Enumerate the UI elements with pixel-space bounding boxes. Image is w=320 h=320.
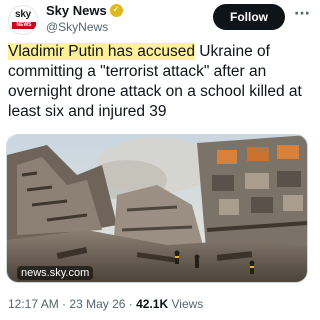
verified-badge-icon: ✓	[109, 4, 123, 17]
account-name[interactable]: Sky News	[46, 3, 107, 18]
media-domain-label[interactable]: news.sky.com	[17, 266, 94, 280]
avatar[interactable]: sky NEWS	[8, 5, 38, 35]
avatar-logo-sky: sky	[14, 9, 32, 20]
tweet-media[interactable]: news.sky.com	[6, 134, 308, 283]
account-handle[interactable]: @SkyNews	[46, 20, 108, 34]
tweet-text: Vladimir Putin has accused Ukraine of co…	[8, 42, 308, 122]
name-row: Sky News ✓	[46, 3, 123, 18]
avatar-logo-news: NEWS	[12, 22, 36, 29]
views-label: Views	[171, 297, 204, 311]
follow-button[interactable]: Follow	[213, 4, 285, 30]
tweet-header: sky NEWS Sky News ✓ @SkyNews Follow ···	[0, 0, 314, 40]
views-count[interactable]: 42.1K	[136, 297, 168, 311]
meta-separator: ·	[128, 297, 133, 311]
tweet-date[interactable]: 23 May 26	[69, 297, 125, 311]
tweet-time[interactable]: 12:17 AM	[8, 297, 59, 311]
rubble-photo	[7, 135, 307, 282]
highlighted-text: Vladimir Putin has accused	[8, 43, 195, 60]
more-options-icon[interactable]: ···	[293, 6, 311, 26]
meta-separator: ·	[62, 297, 67, 311]
tweet-meta: 12:17 AM · 23 May 26 · 42.1K Views	[8, 297, 203, 311]
